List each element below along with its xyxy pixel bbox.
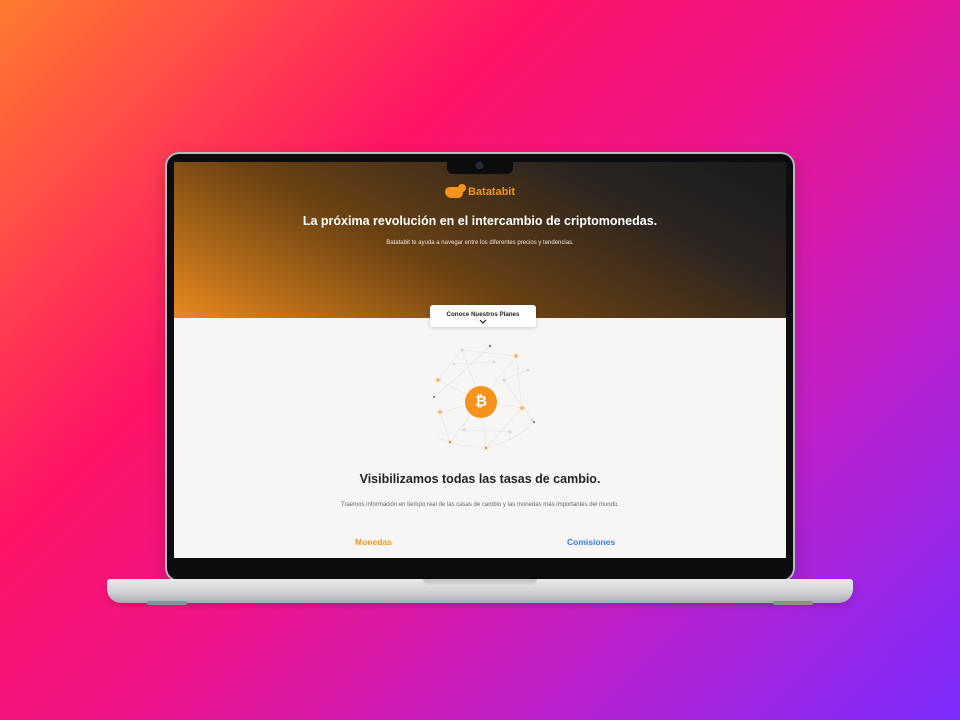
chevron-down-icon xyxy=(479,319,487,324)
batatabit-logo-icon xyxy=(444,183,466,198)
hero-title: La próxima revolución en el intercambio … xyxy=(302,214,658,228)
laptop-bezel-bottom xyxy=(174,558,786,574)
laptop-lid: Batatabit La próxima revolución en el in… xyxy=(165,152,795,582)
laptop-foot xyxy=(147,601,187,605)
laptop-base xyxy=(107,579,853,605)
bitcoin-icon: ₿ xyxy=(465,386,497,418)
plans-button[interactable]: Conoce Nuestros Planes xyxy=(430,305,536,327)
laptop-foot xyxy=(773,601,813,605)
brand-name: Batatabit xyxy=(467,186,516,198)
hero-subtitle: Batatabit te ayuda a navegar entre los d… xyxy=(386,240,574,246)
brand-logo[interactable]: Batatabit xyxy=(174,183,786,198)
laptop-notch xyxy=(447,160,513,174)
section-title: Visibilizamos todas las tasas de cambio. xyxy=(359,472,601,486)
section-subtitle: Traemos información en tiempo real de la… xyxy=(341,502,619,508)
laptop-opening-notch xyxy=(423,579,537,585)
tab-comisiones[interactable]: Comisiones xyxy=(567,537,615,547)
camera-icon xyxy=(477,163,482,168)
plans-button-label: Conoce Nuestros Planes xyxy=(446,311,520,318)
tab-monedas[interactable]: Monedas xyxy=(355,537,392,547)
laptop-screen: Batatabit La próxima revolución en el in… xyxy=(174,162,786,558)
hero-section: Batatabit La próxima revolución en el in… xyxy=(174,162,786,318)
